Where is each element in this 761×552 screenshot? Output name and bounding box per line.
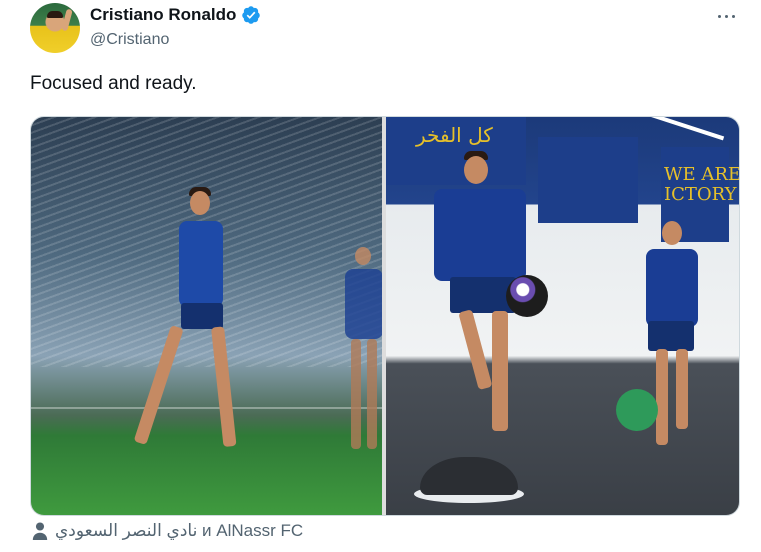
more-dot-icon	[731, 14, 735, 18]
pitch-line	[31, 407, 382, 409]
more-options-button[interactable]	[712, 4, 740, 28]
bosu-ball	[420, 457, 518, 495]
author-handle[interactable]: @Cristiano	[90, 31, 169, 49]
tweet-text: Focused and ready.	[30, 73, 197, 94]
avatar-arm	[61, 8, 73, 32]
more-dot-icon	[717, 14, 721, 18]
tweet-card: Cristiano Ronaldo @Cristiano Focused and…	[0, 0, 761, 552]
author-avatar[interactable]	[30, 3, 80, 53]
ceiling-light	[627, 117, 725, 141]
author-name[interactable]: Cristiano Ronaldo	[90, 5, 236, 25]
author-name-row: Cristiano Ronaldo	[90, 5, 261, 25]
person-icon	[32, 522, 48, 540]
media-image-1[interactable]	[31, 117, 382, 515]
verified-badge-icon	[242, 6, 261, 24]
gym-wall-text: WE ARE ICTORY	[664, 164, 739, 205]
training-ball	[506, 275, 548, 317]
gym-banner-text: كل الفخر	[416, 123, 493, 147]
more-dot-icon	[724, 14, 728, 18]
tagged-users-text[interactable]: نادي النصر السعودي и AlNassr FC	[55, 521, 303, 541]
media-image-2[interactable]: كل الفخر WE ARE ICTORY	[386, 117, 739, 515]
gym-equipment	[616, 389, 658, 431]
avatar-hair	[47, 11, 63, 18]
tagged-users[interactable]: نادي النصر السعودي и AlNassr FC	[31, 521, 303, 541]
gym-wall-panel	[538, 137, 638, 223]
media-grid: كل الفخر WE ARE ICTORY	[30, 116, 740, 516]
